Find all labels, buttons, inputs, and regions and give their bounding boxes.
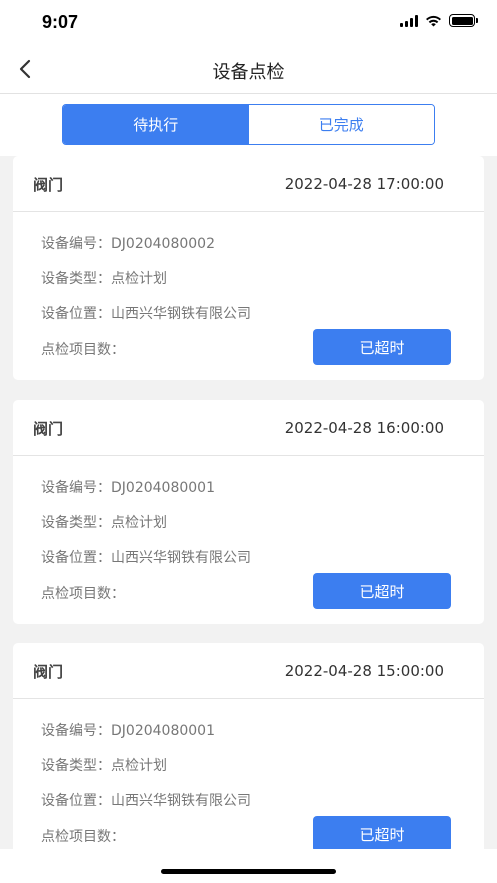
tab-pending[interactable]: 待执行 (63, 105, 249, 144)
battery-icon (449, 14, 478, 27)
inspection-items-row: 点检项目数： (41, 339, 125, 359)
overdue-button[interactable]: 已超时 (313, 329, 451, 365)
equipment-type-label: 设备类型： (41, 515, 111, 531)
cellular-signal-icon (400, 14, 418, 27)
scheduled-time: 2022-04-28 16:00:00 (284, 419, 444, 437)
equipment-code-label: 设备编号： (41, 480, 111, 496)
equipment-location-label: 设备位置： (41, 550, 111, 566)
card-header: 阀门 2022-04-28 15:00:00 (13, 643, 484, 699)
inspection-items-label: 点检项目数： (41, 586, 125, 602)
wifi-icon (426, 15, 441, 26)
equipment-type-row: 设备类型：点检计划 (41, 268, 167, 288)
equipment-location-value: 山西兴华钢铁有限公司 (111, 306, 251, 322)
inspection-items-row: 点检项目数： (41, 826, 125, 846)
equipment-location-row: 设备位置：山西兴华钢铁有限公司 (41, 303, 251, 323)
overdue-button[interactable]: 已超时 (313, 573, 451, 609)
equipment-code-label: 设备编号： (41, 723, 111, 739)
equipment-type-value: 点检计划 (111, 515, 167, 531)
card-header: 阀门 2022-04-28 16:00:00 (13, 400, 484, 456)
card-body: 设备编号：DJ0204080001 设备类型：点检计划 设备位置：山西兴华钢铁有… (13, 699, 484, 867)
equipment-code-row: 设备编号：DJ0204080001 (41, 720, 215, 740)
page-title: 设备点检 (212, 62, 285, 83)
status-time: 9:07 (42, 12, 79, 32)
equipment-type-row: 设备类型：点检计划 (41, 755, 167, 775)
scheduled-time: 2022-04-28 15:00:00 (284, 662, 444, 680)
equipment-type-label: 设备类型： (41, 758, 111, 774)
card-body: 设备编号：DJ0204080001 设备类型：点检计划 设备位置：山西兴华钢铁有… (13, 456, 484, 624)
equipment-name: 阀门 (33, 176, 64, 194)
bottom-safe-area (0, 849, 497, 883)
card-header: 阀门 2022-04-28 17:00:00 (13, 156, 484, 212)
equipment-name: 阀门 (33, 663, 64, 681)
equipment-location-value: 山西兴华钢铁有限公司 (111, 793, 251, 809)
status-bar: 9:07 (0, 0, 497, 46)
tab-completed[interactable]: 已完成 (248, 105, 434, 144)
equipment-code-label: 设备编号： (41, 236, 111, 252)
inspection-items-row: 点检项目数： (41, 583, 125, 603)
overdue-button[interactable]: 已超时 (313, 816, 451, 852)
equipment-location-row: 设备位置：山西兴华钢铁有限公司 (41, 790, 251, 810)
equipment-code-value: DJ0204080002 (111, 236, 215, 252)
inspection-card[interactable]: 阀门 2022-04-28 16:00:00 设备编号：DJ0204080001… (13, 400, 484, 624)
equipment-type-value: 点检计划 (111, 271, 167, 287)
inspection-items-label: 点检项目数： (41, 829, 125, 845)
status-icons (400, 14, 478, 27)
home-indicator[interactable] (161, 869, 336, 874)
equipment-location-row: 设备位置：山西兴华钢铁有限公司 (41, 547, 251, 567)
equipment-name: 阀门 (33, 420, 64, 438)
inspection-card[interactable]: 阀门 2022-04-28 15:00:00 设备编号：DJ0204080001… (13, 643, 484, 867)
equipment-code-row: 设备编号：DJ0204080001 (41, 477, 215, 497)
nav-bar: 设备点检 (0, 46, 497, 94)
equipment-code-value: DJ0204080001 (111, 480, 215, 496)
equipment-type-row: 设备类型：点检计划 (41, 512, 167, 532)
equipment-type-label: 设备类型： (41, 271, 111, 287)
equipment-location-value: 山西兴华钢铁有限公司 (111, 550, 251, 566)
equipment-location-label: 设备位置： (41, 793, 111, 809)
scheduled-time: 2022-04-28 17:00:00 (284, 175, 444, 193)
card-body: 设备编号：DJ0204080002 设备类型：点检计划 设备位置：山西兴华钢铁有… (13, 212, 484, 380)
equipment-code-value: DJ0204080001 (111, 723, 215, 739)
inspection-items-label: 点检项目数： (41, 342, 125, 358)
inspection-card[interactable]: 阀门 2022-04-28 17:00:00 设备编号：DJ0204080002… (13, 156, 484, 380)
equipment-location-label: 设备位置： (41, 306, 111, 322)
tab-bar-container: 待执行 已完成 (0, 94, 497, 156)
equipment-type-value: 点检计划 (111, 758, 167, 774)
segmented-tabs: 待执行 已完成 (62, 104, 435, 145)
equipment-code-row: 设备编号：DJ0204080002 (41, 233, 215, 253)
